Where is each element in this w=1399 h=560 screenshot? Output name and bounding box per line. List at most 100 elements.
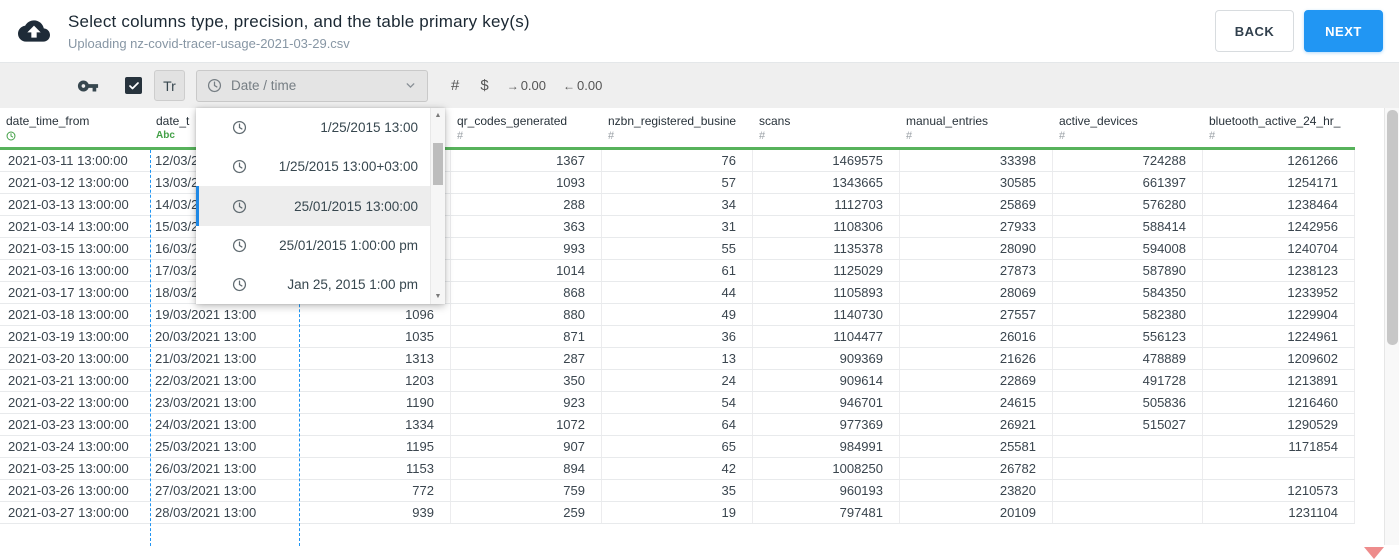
text-type-button[interactable]: Tr bbox=[154, 70, 185, 101]
cell[interactable]: 2021-03-15 13:00:00 bbox=[0, 238, 150, 259]
cell[interactable]: 288 bbox=[451, 194, 602, 215]
cell[interactable]: 24/03/2021 13:00 bbox=[150, 414, 299, 435]
cell[interactable]: 1125029 bbox=[753, 260, 900, 281]
cell[interactable]: 1112703 bbox=[753, 194, 900, 215]
cell[interactable]: 25869 bbox=[900, 194, 1053, 215]
cell[interactable]: 491728 bbox=[1053, 370, 1203, 391]
cell[interactable]: 27873 bbox=[900, 260, 1053, 281]
format-option-2[interactable]: 25/01/2015 13:00:00 bbox=[196, 186, 430, 226]
column-header-scans[interactable]: scans # bbox=[753, 108, 900, 150]
cell[interactable]: 55 bbox=[602, 238, 753, 259]
next-button[interactable]: NEXT bbox=[1304, 10, 1383, 52]
cell[interactable]: 64 bbox=[602, 414, 753, 435]
cell[interactable]: 2021-03-26 13:00:00 bbox=[0, 480, 150, 501]
cell[interactable]: 2021-03-16 13:00:00 bbox=[0, 260, 150, 281]
cell[interactable]: 21626 bbox=[900, 348, 1053, 369]
cell[interactable]: 923 bbox=[451, 392, 602, 413]
cell[interactable]: 1210573 bbox=[1203, 480, 1355, 501]
cell[interactable]: 1096 bbox=[299, 304, 451, 325]
cell[interactable]: 1195 bbox=[299, 436, 451, 457]
cell[interactable]: 36 bbox=[602, 326, 753, 347]
cell[interactable]: 25/03/2021 13:00 bbox=[150, 436, 299, 457]
cell[interactable]: 350 bbox=[451, 370, 602, 391]
cell[interactable]: 19 bbox=[602, 502, 753, 523]
cell[interactable]: 868 bbox=[451, 282, 602, 303]
integer-type-button[interactable]: # bbox=[451, 77, 459, 94]
cell[interactable]: 259 bbox=[451, 502, 602, 523]
cell[interactable]: 797481 bbox=[753, 502, 900, 523]
cell[interactable]: 1140730 bbox=[753, 304, 900, 325]
cell[interactable]: 909369 bbox=[753, 348, 900, 369]
cell[interactable]: 26016 bbox=[900, 326, 1053, 347]
cell[interactable]: 1104477 bbox=[753, 326, 900, 347]
cell[interactable]: 1261266 bbox=[1203, 150, 1355, 171]
cell[interactable]: 661397 bbox=[1053, 172, 1203, 193]
cell[interactable] bbox=[1053, 436, 1203, 457]
cell[interactable]: 19/03/2021 13:00 bbox=[150, 304, 299, 325]
cell[interactable]: 1240704 bbox=[1203, 238, 1355, 259]
back-button[interactable]: BACK bbox=[1215, 10, 1294, 52]
scroll-up-icon[interactable]: ▲ bbox=[431, 108, 445, 123]
cell[interactable]: 1224961 bbox=[1203, 326, 1355, 347]
cell[interactable]: 1008250 bbox=[753, 458, 900, 479]
cell[interactable]: 28069 bbox=[900, 282, 1053, 303]
cell[interactable]: 1203 bbox=[299, 370, 451, 391]
cell[interactable]: 2021-03-11 13:00:00 bbox=[0, 150, 150, 171]
cell[interactable]: 582380 bbox=[1053, 304, 1203, 325]
cell[interactable]: 30585 bbox=[900, 172, 1053, 193]
cell[interactable]: 2021-03-27 13:00:00 bbox=[0, 502, 150, 523]
cell[interactable]: 20109 bbox=[900, 502, 1053, 523]
cell[interactable]: 1254171 bbox=[1203, 172, 1355, 193]
cell[interactable]: 21/03/2021 13:00 bbox=[150, 348, 299, 369]
cell[interactable]: 2021-03-18 13:00:00 bbox=[0, 304, 150, 325]
boolean-type-checkbox[interactable] bbox=[125, 77, 142, 94]
cell[interactable]: 1367 bbox=[451, 150, 602, 171]
cell[interactable]: 27/03/2021 13:00 bbox=[150, 480, 299, 501]
cell[interactable]: 556123 bbox=[1053, 326, 1203, 347]
cell[interactable]: 946701 bbox=[753, 392, 900, 413]
cell[interactable]: 993 bbox=[451, 238, 602, 259]
cell[interactable]: 1108306 bbox=[753, 216, 900, 237]
cell[interactable]: 33398 bbox=[900, 150, 1053, 171]
cell[interactable]: 31 bbox=[602, 216, 753, 237]
currency-type-button[interactable]: $ bbox=[480, 77, 488, 94]
format-option-0[interactable]: 1/25/2015 13:00 bbox=[196, 108, 430, 147]
cell[interactable]: 13 bbox=[602, 348, 753, 369]
cell[interactable]: 26/03/2021 13:00 bbox=[150, 458, 299, 479]
cell[interactable]: 22869 bbox=[900, 370, 1053, 391]
cell[interactable]: 478889 bbox=[1053, 348, 1203, 369]
cell[interactable]: 1213891 bbox=[1203, 370, 1355, 391]
cell[interactable]: 871 bbox=[451, 326, 602, 347]
cell[interactable]: 1233952 bbox=[1203, 282, 1355, 303]
cell[interactable]: 24615 bbox=[900, 392, 1053, 413]
column-header-active_devices[interactable]: active_devices # bbox=[1053, 108, 1203, 150]
column-header-date_time_from[interactable]: date_time_from bbox=[0, 108, 150, 150]
cell[interactable]: 61 bbox=[602, 260, 753, 281]
cell[interactable]: 1093 bbox=[451, 172, 602, 193]
cell[interactable]: 909614 bbox=[753, 370, 900, 391]
cell[interactable]: 576280 bbox=[1053, 194, 1203, 215]
cell[interactable] bbox=[1203, 458, 1355, 479]
cell[interactable]: 2021-03-21 13:00:00 bbox=[0, 370, 150, 391]
cell[interactable]: 2021-03-20 13:00:00 bbox=[0, 348, 150, 369]
cell[interactable]: 287 bbox=[451, 348, 602, 369]
cell[interactable]: 2021-03-17 13:00:00 bbox=[0, 282, 150, 303]
cell[interactable]: 20/03/2021 13:00 bbox=[150, 326, 299, 347]
cell[interactable]: 1334 bbox=[299, 414, 451, 435]
cell[interactable]: 960193 bbox=[753, 480, 900, 501]
cell[interactable]: 23/03/2021 13:00 bbox=[150, 392, 299, 413]
cell[interactable]: 977369 bbox=[753, 414, 900, 435]
cell[interactable]: 939 bbox=[299, 502, 451, 523]
increase-decimal-button[interactable]: → 0.00 bbox=[507, 78, 546, 93]
cell[interactable]: 759 bbox=[451, 480, 602, 501]
cell[interactable]: 27933 bbox=[900, 216, 1053, 237]
cell[interactable]: 23820 bbox=[900, 480, 1053, 501]
cell[interactable]: 2021-03-19 13:00:00 bbox=[0, 326, 150, 347]
column-header-nzbn_registered_busine[interactable]: nzbn_registered_busine # bbox=[602, 108, 753, 150]
cell[interactable]: 1242956 bbox=[1203, 216, 1355, 237]
cell[interactable]: 1238464 bbox=[1203, 194, 1355, 215]
cell[interactable]: 27557 bbox=[900, 304, 1053, 325]
cell[interactable]: 1216460 bbox=[1203, 392, 1355, 413]
cell[interactable]: 76 bbox=[602, 150, 753, 171]
cell[interactable]: 2021-03-24 13:00:00 bbox=[0, 436, 150, 457]
